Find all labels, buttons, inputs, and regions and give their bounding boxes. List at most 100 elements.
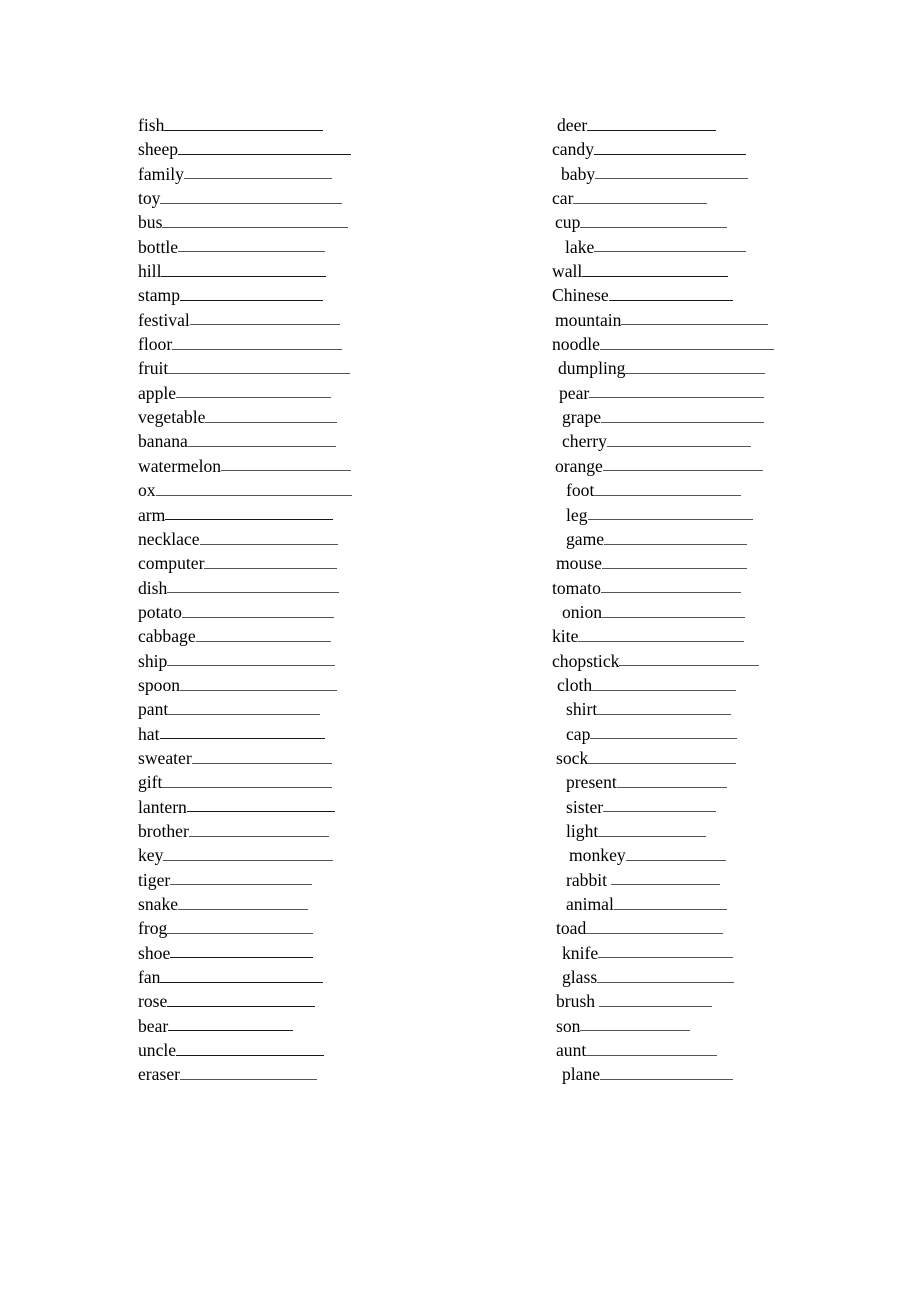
answer-blank[interactable] xyxy=(573,190,708,204)
answer-blank[interactable] xyxy=(621,312,769,326)
answer-blank[interactable] xyxy=(601,555,747,569)
answer-blank[interactable] xyxy=(181,604,334,618)
word-label: glass xyxy=(562,967,598,988)
answer-blank[interactable] xyxy=(601,409,765,423)
answer-blank[interactable] xyxy=(221,458,352,472)
answer-blank[interactable] xyxy=(159,726,325,740)
answer-blank[interactable] xyxy=(164,117,324,131)
answer-blank[interactable] xyxy=(600,580,741,594)
answer-blank[interactable] xyxy=(195,628,331,642)
answer-blank[interactable] xyxy=(180,287,324,302)
word-row: toad xyxy=(552,916,774,940)
answer-blank[interactable] xyxy=(586,1042,718,1056)
answer-blank[interactable] xyxy=(191,750,332,764)
answer-blank[interactable] xyxy=(613,896,727,910)
word-row: computer xyxy=(138,551,352,575)
answer-blank[interactable] xyxy=(580,1018,691,1032)
answer-blank[interactable] xyxy=(165,506,334,521)
answer-blank[interactable] xyxy=(597,701,732,715)
word-label: shoe xyxy=(138,942,171,963)
answer-blank[interactable] xyxy=(183,166,332,180)
answer-blank[interactable] xyxy=(602,604,746,618)
word-label: cloth xyxy=(557,674,593,695)
answer-blank[interactable] xyxy=(598,823,707,837)
word-row: snake xyxy=(138,892,352,916)
answer-blank[interactable] xyxy=(590,726,738,740)
word-label: foot xyxy=(566,480,595,501)
answer-blank[interactable] xyxy=(588,750,737,764)
word-row: cap xyxy=(552,722,774,746)
answer-blank[interactable] xyxy=(167,653,336,667)
answer-blank[interactable] xyxy=(616,774,727,788)
word-label: mouse xyxy=(556,553,602,574)
answer-blank[interactable] xyxy=(178,239,326,253)
answer-blank[interactable] xyxy=(176,1042,325,1056)
answer-blank[interactable] xyxy=(619,653,760,667)
answer-blank[interactable] xyxy=(604,531,748,545)
answer-blank[interactable] xyxy=(602,458,763,472)
word-row: Chinese xyxy=(552,283,774,307)
answer-blank[interactable] xyxy=(599,336,774,350)
word-row: stamp xyxy=(138,283,352,307)
word-row: aunt xyxy=(552,1038,774,1062)
answer-blank[interactable] xyxy=(170,872,313,886)
answer-blank[interactable] xyxy=(580,214,728,229)
answer-blank[interactable] xyxy=(186,799,335,813)
answer-blank[interactable] xyxy=(167,580,340,594)
answer-blank[interactable] xyxy=(161,263,327,277)
answer-blank[interactable] xyxy=(178,896,309,910)
answer-blank[interactable] xyxy=(600,1066,734,1081)
word-row: bear xyxy=(138,1014,352,1038)
answer-blank[interactable] xyxy=(168,360,351,375)
word-row: hat xyxy=(138,722,352,746)
answer-blank[interactable] xyxy=(582,263,729,277)
answer-blank[interactable] xyxy=(587,117,717,131)
answer-blank[interactable] xyxy=(160,190,343,204)
answer-blank[interactable] xyxy=(162,214,349,229)
answer-blank[interactable] xyxy=(167,920,314,934)
answer-blank[interactable] xyxy=(176,385,332,399)
answer-blank[interactable] xyxy=(162,774,333,788)
answer-blank[interactable] xyxy=(595,166,749,180)
answer-blank[interactable] xyxy=(608,287,733,302)
answer-blank[interactable] xyxy=(594,239,747,253)
answer-blank[interactable] xyxy=(606,433,751,448)
answer-blank[interactable] xyxy=(625,360,766,375)
answer-blank[interactable] xyxy=(180,1066,317,1081)
answer-blank[interactable] xyxy=(168,701,321,715)
word-row: cabbage xyxy=(138,624,352,648)
answer-blank[interactable] xyxy=(589,385,765,399)
word-label: fish xyxy=(138,115,165,135)
answer-blank[interactable] xyxy=(586,920,724,934)
answer-blank[interactable] xyxy=(597,969,735,983)
answer-blank[interactable] xyxy=(189,312,340,326)
answer-blank[interactable] xyxy=(598,945,734,959)
answer-blank[interactable] xyxy=(603,799,717,813)
answer-blank[interactable] xyxy=(199,531,338,545)
answer-blank[interactable] xyxy=(180,677,338,691)
answer-blank[interactable] xyxy=(625,847,726,861)
answer-blank[interactable] xyxy=(167,993,316,1008)
answer-blank[interactable] xyxy=(592,677,737,691)
answer-blank[interactable] xyxy=(155,482,352,496)
answer-blank[interactable] xyxy=(205,409,338,423)
answer-blank[interactable] xyxy=(204,555,338,569)
word-label: fruit xyxy=(138,358,169,379)
answer-blank[interactable] xyxy=(187,433,336,448)
answer-blank[interactable] xyxy=(178,141,352,155)
word-label: vegetable xyxy=(138,407,206,428)
answer-blank[interactable] xyxy=(611,872,721,886)
word-row: gift xyxy=(138,770,352,794)
answer-blank[interactable] xyxy=(168,1018,294,1032)
answer-blank[interactable] xyxy=(188,823,329,837)
answer-blank[interactable] xyxy=(578,628,745,642)
answer-blank[interactable] xyxy=(594,141,747,155)
answer-blank[interactable] xyxy=(172,336,343,350)
answer-blank[interactable] xyxy=(163,847,334,861)
word-label: toy xyxy=(138,188,161,209)
answer-blank[interactable] xyxy=(594,482,742,496)
answer-blank[interactable] xyxy=(587,506,753,521)
answer-blank[interactable] xyxy=(170,945,314,959)
answer-blank[interactable] xyxy=(160,969,324,983)
answer-blank[interactable] xyxy=(599,993,713,1008)
